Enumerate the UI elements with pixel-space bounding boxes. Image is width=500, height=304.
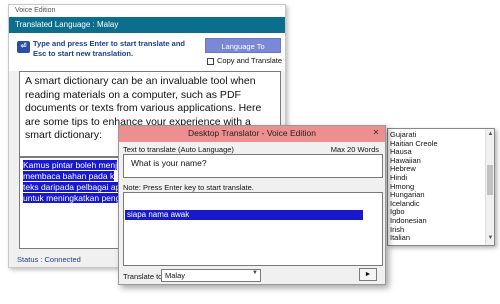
result-line: teks daripada pelbagai ap — [23, 182, 121, 192]
language-list-items: Gujarati Haitian Creole Hausa Hawaiian H… — [390, 130, 484, 243]
translate-to-label: Translate to — [123, 272, 163, 281]
chevron-down-icon: ▼ — [252, 270, 258, 276]
text-to-translate-input[interactable]: What is your name? — [123, 154, 383, 178]
copy-and-translate-checkbox[interactable] — [207, 58, 214, 65]
result-line: membaca bahan pada k — [23, 171, 115, 181]
hint-text: Type and press Enter to start translate … — [33, 39, 185, 58]
dialog-titlebar: Desktop Translator - Voice Edition ✕ — [119, 126, 385, 142]
result-line: untuk meningkatkan peng — [23, 193, 121, 203]
scroll-up-arrow-icon[interactable]: ▲ — [487, 131, 494, 139]
translated-language-bar: Translated Language : Malay — [9, 17, 285, 33]
list-item[interactable]: Indonesian — [390, 216, 484, 226]
play-button[interactable]: ► — [359, 268, 377, 281]
close-icon[interactable]: ✕ — [371, 128, 381, 139]
note-text: Note: Press Enter key to start translate… — [123, 183, 254, 192]
list-item[interactable]: Italian — [390, 234, 484, 243]
max-words-label: Max 20 Words — [330, 145, 379, 154]
window-title: Voice Edition — [9, 5, 285, 17]
keyboard-enter-icon: ⏎ — [17, 41, 30, 53]
input-label: Text to translate (Auto Language) — [123, 145, 234, 154]
status-text: Status : Connected — [17, 255, 81, 264]
dialog-title: Desktop Translator - Voice Edition — [187, 128, 317, 138]
language-to-translate-button[interactable]: Language To Translate — [205, 38, 281, 66]
desktop-translator-window: Desktop Translator - Voice Edition ✕ Tex… — [118, 125, 386, 285]
language-list-scrollbar[interactable]: ▲ ▼ — [485, 129, 494, 245]
translation-output-text: siapa nama awak — [125, 210, 363, 220]
translation-output-area[interactable] — [123, 192, 383, 266]
scroll-down-arrow-icon[interactable]: ▼ — [487, 235, 494, 243]
scrollbar-thumb[interactable] — [487, 165, 493, 195]
language-list[interactable]: Gujarati Haitian Creole Hausa Hawaiian H… — [387, 128, 495, 246]
copy-and-translate-label: Copy and Translate — [217, 56, 283, 65]
result-line: Kamus pintar boleh menj — [23, 160, 118, 170]
hint-row: ⏎ Type and press Enter to start translat… — [9, 33, 285, 71]
selected-language: Malay — [165, 271, 186, 280]
translate-to-select[interactable]: Malay ▼ — [161, 269, 261, 282]
